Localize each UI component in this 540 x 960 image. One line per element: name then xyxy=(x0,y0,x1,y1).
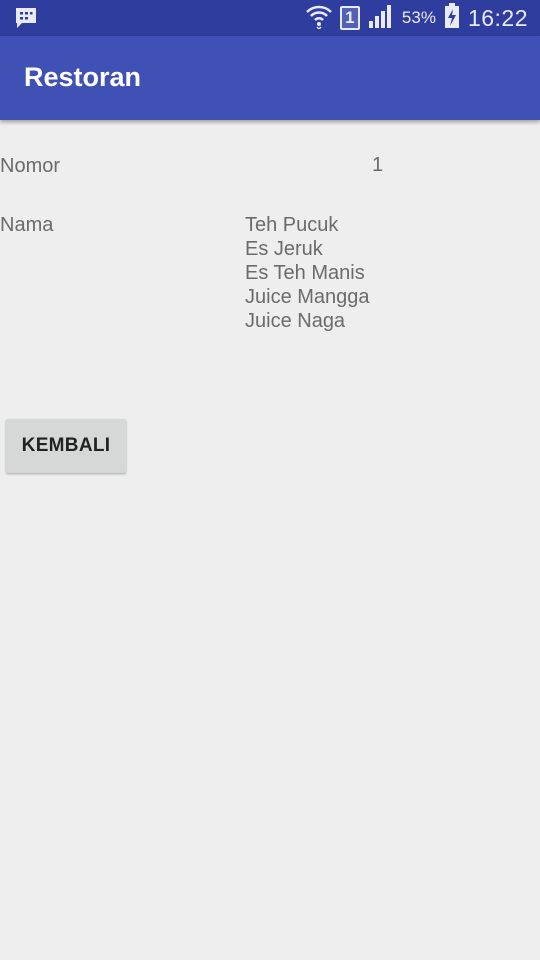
wifi-icon xyxy=(306,3,332,34)
signal-icon xyxy=(368,4,394,33)
app-bar: Restoran xyxy=(0,36,540,120)
nomor-value: 1 xyxy=(372,154,384,176)
back-button[interactable]: KEMBALI xyxy=(6,419,126,473)
clock: 16:22 xyxy=(467,4,528,31)
sim-indicator: 1 xyxy=(339,6,360,30)
battery-charging-icon xyxy=(444,2,460,34)
bbm-chat-icon xyxy=(14,7,38,34)
nama-list: Teh Pucuk Es Jeruk Es Teh Manis Juice Ma… xyxy=(245,213,370,333)
nomor-label: Nomor xyxy=(0,155,61,177)
list-item: Juice Mangga xyxy=(245,286,370,308)
list-item: Juice Naga xyxy=(245,310,346,332)
battery-percent: 53% xyxy=(401,8,436,27)
nama-label: Nama xyxy=(0,214,54,236)
page-title: Restoran xyxy=(24,62,142,92)
status-bar: 1 53% 16:22 xyxy=(0,0,540,36)
list-item: Teh Pucuk xyxy=(245,214,339,236)
list-item: Es Teh Manis xyxy=(245,262,365,284)
list-item: Es Jeruk xyxy=(245,238,323,260)
